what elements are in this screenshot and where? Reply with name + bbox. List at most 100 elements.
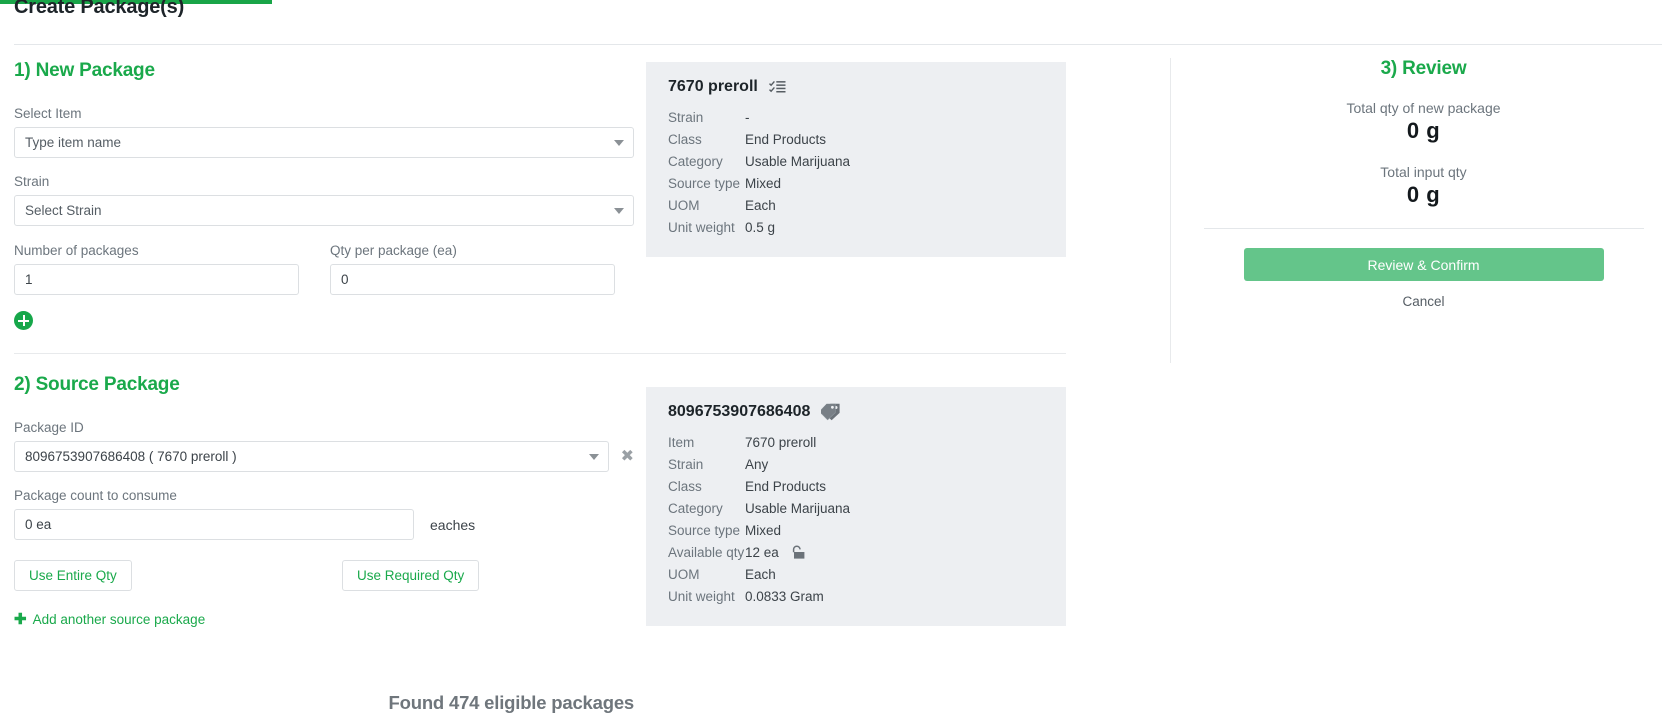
package-count-input[interactable]: 0 ea xyxy=(14,509,414,540)
left-column: 1) New Package Select Item Type item nam… xyxy=(14,60,1066,713)
qty-shortcut-buttons: Use Entire Qty Use Required Qty xyxy=(14,560,634,591)
source-card-row: Source type Mixed xyxy=(668,520,1044,542)
item-info-card: 7670 preroll Strain - Class End Products… xyxy=(646,62,1066,257)
source-card-title-row: 8096753907686408 xyxy=(668,403,1044,421)
plus-circle-icon[interactable] xyxy=(14,311,33,330)
item-card-row-key: Unit weight xyxy=(668,220,735,235)
close-icon[interactable]: ✖ xyxy=(621,448,634,465)
number-of-packages-value: 1 xyxy=(25,272,33,287)
item-card-row: UOM Each xyxy=(668,195,1044,217)
add-another-source-package-row: ✚ Add another source package xyxy=(14,611,634,629)
package-count-value: 0 ea xyxy=(25,517,52,532)
qty-per-package-value: 0 xyxy=(341,272,349,287)
source-card-row-value: 0.0833 Gram xyxy=(745,589,824,604)
item-card-row-key: Class xyxy=(668,132,702,147)
total-new-package-label: Total qty of new package xyxy=(1346,100,1501,116)
chevron-down-icon xyxy=(588,453,599,460)
item-card-row: Source type Mixed xyxy=(668,173,1044,195)
source-card-row-value: 12 ea xyxy=(745,545,779,560)
source-card-row-key: Item xyxy=(668,435,695,450)
source-card-row-value: Any xyxy=(745,457,769,472)
item-card-row-key: Category xyxy=(668,154,723,169)
select-item-dropdown[interactable]: Type item name xyxy=(14,127,634,158)
source-card-row: Strain Any xyxy=(668,454,1044,476)
source-card-row-key: Unit weight xyxy=(668,589,735,604)
package-count-label: Package count to consume xyxy=(14,488,177,503)
strain-label: Strain xyxy=(14,174,50,189)
source-card-row: Item 7670 preroll xyxy=(668,432,1044,454)
cancel-row: Cancel xyxy=(1171,293,1676,311)
chevron-down-icon xyxy=(614,207,624,214)
found-packages-count: Found 474 eligible packages xyxy=(388,692,635,713)
item-card-rows: Strain - Class End Products Category Usa… xyxy=(668,107,1044,239)
total-input-qty-label: Total input qty xyxy=(1380,164,1467,180)
strain-dropdown[interactable]: Select Strain xyxy=(14,195,634,226)
plus-icon: ✚ xyxy=(14,611,27,628)
package-id-group: Package ID 8096753907686408 ( 7670 prero… xyxy=(14,420,634,472)
package-id-value: 8096753907686408 ( 7670 preroll ) xyxy=(25,449,237,464)
item-card-row-key: UOM xyxy=(668,198,700,213)
title-divider xyxy=(14,44,1662,45)
source-card-row-value-wrap: 12 ea xyxy=(745,542,807,564)
item-card-row-value: 0.5 g xyxy=(745,220,776,235)
source-card-row: Category Usable Marijuana xyxy=(668,498,1044,520)
number-of-packages-input[interactable]: 1 xyxy=(14,264,299,295)
source-card-row-value: Each xyxy=(745,567,776,582)
package-id-label: Package ID xyxy=(14,420,84,435)
qty-per-package-group: Qty per package (ea) 0 xyxy=(330,243,615,295)
eaches-unit-label: eaches xyxy=(430,516,476,533)
use-entire-qty-button[interactable]: Use Entire Qty xyxy=(14,560,132,591)
source-info-card: 8096753907686408 Item 7670 preroll Strai… xyxy=(646,387,1066,626)
source-card-title: 8096753907686408 xyxy=(668,403,811,420)
item-card-row-key: Source type xyxy=(668,176,741,191)
item-card-title: 7670 preroll xyxy=(668,78,758,95)
add-new-package-row xyxy=(14,311,634,335)
source-card-row-key: Class xyxy=(668,479,702,494)
source-card-row: Available qty 12 ea xyxy=(668,542,1044,564)
item-card-row-key: Strain xyxy=(668,110,704,125)
number-of-packages-group: Number of packages 1 xyxy=(14,243,299,295)
source-package-heading: 2) Source Package xyxy=(14,374,180,395)
create-packages-page: Create Package(s) 1) New Package Select … xyxy=(0,0,1676,723)
source-package-section: 2) Source Package Package ID 80967539076… xyxy=(14,374,634,713)
checklist-icon xyxy=(768,80,786,95)
source-card-row: Unit weight 0.0833 Gram xyxy=(668,586,1044,608)
item-card-row-value: Mixed xyxy=(745,176,782,191)
package-id-dropdown[interactable]: 8096753907686408 ( 7670 preroll ) xyxy=(14,441,609,472)
unlock-icon xyxy=(789,545,807,561)
item-card-row: Strain - xyxy=(668,107,1044,129)
select-item-label: Select Item xyxy=(14,106,82,121)
select-item-value: Type item name xyxy=(25,135,122,150)
review-confirm-button[interactable]: Review & Confirm xyxy=(1243,248,1604,281)
page-title: Create Package(s) xyxy=(14,0,185,18)
source-card-row-key: Category xyxy=(668,501,723,516)
item-card-row: Category Usable Marijuana xyxy=(668,151,1044,173)
use-required-qty-button[interactable]: Use Required Qty xyxy=(342,560,480,591)
review-divider xyxy=(1203,228,1644,229)
add-another-source-package-link[interactable]: ✚ Add another source package xyxy=(14,612,205,627)
qty-per-package-input[interactable]: 0 xyxy=(330,264,615,295)
review-heading: 3) Review xyxy=(1380,58,1467,79)
item-card-title-row: 7670 preroll xyxy=(668,78,1044,96)
number-of-packages-label: Number of packages xyxy=(14,243,139,258)
item-card-row-value: Each xyxy=(745,198,776,213)
source-card-row: Class End Products xyxy=(668,476,1044,498)
package-count-row: 0 ea eaches xyxy=(14,509,634,540)
item-card-row-value: End Products xyxy=(745,132,827,147)
strain-group: Strain Select Strain xyxy=(14,174,634,226)
item-card-row-value: - xyxy=(745,110,750,125)
package-count-group: Package count to consume 0 ea eaches xyxy=(14,488,634,540)
review-column: 3) Review Total qty of new package 0 g T… xyxy=(1171,58,1676,358)
total-input-qty-value: 0 g xyxy=(1406,182,1441,207)
middle-column: 7670 preroll Strain - Class End Products… xyxy=(646,62,1151,626)
source-card-row-value: Usable Marijuana xyxy=(745,501,851,516)
cancel-button[interactable]: Cancel xyxy=(1402,294,1444,309)
strain-value: Select Strain xyxy=(25,203,102,218)
source-card-rows: Item 7670 preroll Strain Any Class End P… xyxy=(668,432,1044,608)
item-card-row: Class End Products xyxy=(668,129,1044,151)
total-new-package-value: 0 g xyxy=(1406,118,1441,143)
new-package-heading: 1) New Package xyxy=(14,60,155,81)
source-card-row-value: 7670 preroll xyxy=(745,435,817,450)
source-card-row-value: Mixed xyxy=(745,523,782,538)
source-card-row-key: Source type xyxy=(668,523,741,538)
